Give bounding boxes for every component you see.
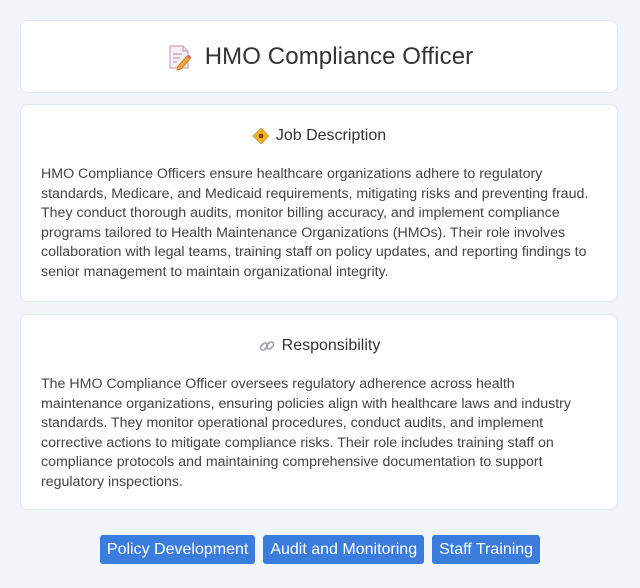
tag-staff-training[interactable]: Staff Training: [432, 535, 541, 564]
job-description-heading: Job Description: [41, 127, 597, 145]
responsibility-title: Responsibility: [281, 337, 381, 354]
job-description-card: Job Description HMO Compliance Officers …: [20, 104, 618, 302]
skill-tags: Policy Development Audit and Monitoring …: [0, 535, 640, 564]
job-description-text: HMO Compliance Officers ensure healthcar…: [41, 166, 589, 280]
title-wrap: HMO Compliance Officer: [165, 43, 474, 71]
page-title: HMO Compliance Officer: [204, 42, 474, 70]
document-pencil-icon: [165, 43, 193, 71]
responsibility-card: Responsibility The HMO Compliance Office…: [20, 314, 618, 510]
tag-policy-development[interactable]: Policy Development: [99, 535, 256, 564]
responsibility-text: The HMO Compliance Officer oversees regu…: [41, 376, 571, 490]
tag-audit-and-monitoring[interactable]: Audit and Monitoring: [263, 535, 425, 564]
header-card: HMO Compliance Officer: [20, 20, 618, 93]
link-icon: [258, 337, 276, 355]
job-description-title: Job Description: [275, 127, 387, 144]
diamond-badge-icon: [252, 127, 270, 145]
responsibility-heading: Responsibility: [41, 337, 597, 355]
